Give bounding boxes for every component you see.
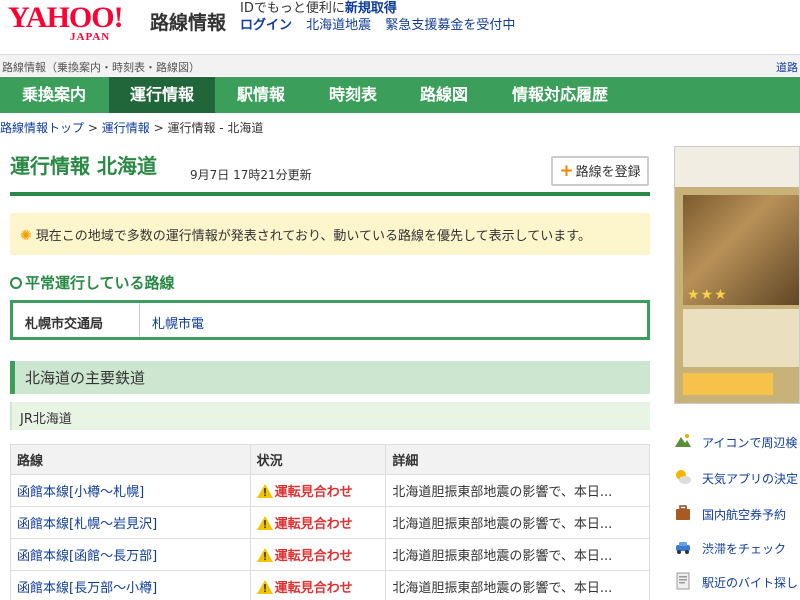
sidebar-link-jobs[interactable]: 駅近のバイト探し [670,570,800,594]
weather-icon [676,470,691,484]
table-row: 函館本線[長万部〜小樽] 運転見合わせ 北海道胆振東部地震の影響で、本日... [10,570,650,600]
page-title: 運行情報 北海道 [10,154,157,178]
table-row: 函館本線[札幌〜岩見沢] 運転見合わせ 北海道胆振東部地震の影響で、本日... [10,506,650,539]
nav-tab-station-info[interactable]: 駅情報 [225,77,297,113]
normal-operation-label: 平常運行している路線 [25,274,175,292]
sidebar-link-label: アイコンで周辺検 [702,436,798,450]
nav-tab-transfer[interactable]: 乗換案内 [10,77,98,113]
register-route-button[interactable]: + 路線を登録 [551,156,649,186]
news-link-earthquake[interactable]: 北海道地震 [306,18,371,33]
road-info-link[interactable]: 道路 [776,59,798,75]
nav-tab-operation-info[interactable]: 運行情報 [109,77,215,113]
mountain-icon [675,434,691,447]
signup-link[interactable]: 新規取得 [345,1,397,16]
detail-text: 北海道胆振東部地震の影響で、本日... [385,506,650,539]
title-divider [10,192,650,196]
detail-text: 北海道胆振東部地震の影響で、本日... [385,570,650,600]
site-name[interactable]: 路線情報 [150,8,226,35]
normal-operation-heading: 平常運行している路線 [10,272,175,293]
document-icon [676,572,690,590]
status-text: 運転見合わせ [274,581,353,596]
line-link[interactable]: 函館本線[長万部〜小樽] [17,581,157,596]
column-header-status: 状況 [249,444,387,475]
warning-icon [256,580,273,594]
breadcrumb-current: 運行情報 - 北海道 [167,121,264,135]
sidebar-link-label: 渋滞をチェック [702,542,787,556]
cell-divider [139,303,140,337]
sidebar: ★★★ [668,146,800,406]
news-link-donation[interactable]: 緊急支援募金を受付中 [385,18,515,33]
header: YAHOO! JAPAN 路線情報 IDでもっと便利に新規取得 ログイン 北海道… [0,0,800,50]
updated-time: 9月7日 17時21分更新 [190,168,312,182]
car-icon [676,542,690,554]
breadcrumb-sep: > [87,121,98,135]
promo-text: IDでもっと便利に [240,1,345,16]
lightbulb-icon: ✺ [20,228,32,244]
detail-text: 北海道胆振東部地震の影響で、本日... [385,538,650,571]
logo-text: YAHOO! [8,1,124,34]
sidebar-link-label: 駅近のバイト探し [702,576,799,590]
hotel-ad-banner[interactable]: ★★★ [674,146,800,404]
breadcrumb-top[interactable]: 路線情報トップ [0,121,84,135]
status-text: 運転見合わせ [274,485,353,500]
breadcrumb: 路線情報トップ > 運行情報 > 運行情報 - 北海道 [0,119,263,136]
login-link[interactable]: ログイン [240,18,292,33]
warning-icon [256,548,273,562]
ad-cta [683,373,773,395]
notice-box: ✺ 現在この地域で多数の運行情報が発表されており、動いている路線を優先して表示して… [10,213,650,255]
warning-icon [256,516,273,530]
line-link[interactable]: 函館本線[函館〜長万部] [17,549,157,564]
status-table: 路線 状況 詳細 函館本線[小樽〜札幌] 運転見合わせ 北海道胆振東部地震の影響… [10,444,650,600]
logo-sub: JAPAN [70,31,111,43]
line-link[interactable]: 函館本線[札幌〜岩見沢] [17,517,157,532]
sidebar-link-nearby[interactable]: アイコンで周辺検 [670,430,800,454]
ad-header [675,147,799,187]
nav-tab-route-map[interactable]: 路線図 [408,77,480,113]
table-row: 函館本線[函館〜長万部] 運転見合わせ 北海道胆振東部地震の影響で、本日... [10,538,650,571]
line-link[interactable]: 函館本線[小樽〜札幌] [17,485,144,500]
main-nav: 乗換案内 運行情報 駅情報 時刻表 路線図 情報対応履歴 [0,77,800,113]
sidebar-link-weather[interactable]: 天気アプリの決定 [670,466,800,490]
star-icon: ★★★ [687,287,728,303]
status-text: 運転見合わせ [274,549,353,564]
table-header-row: 路線 状況 詳細 [10,444,650,475]
register-route-label: 路線を登録 [575,165,641,180]
sidebar-link-flights[interactable]: 国内航空券予約 [670,502,800,526]
column-header-detail: 詳細 [385,444,650,475]
normal-operation-box: 札幌市交通局 札幌市電 [10,300,650,340]
suitcase-icon [676,505,690,520]
subheader-bar: 路線情報（乗換案内・時刻表・路線図） 道路 [0,54,800,76]
table-row: 函館本線[小樽〜札幌] 運転見合わせ 北海道胆振東部地震の影響で、本日... [10,474,650,507]
breadcrumb-ops[interactable]: 運行情報 [102,121,150,135]
detail-text: 北海道胆振東部地震の影響で、本日... [385,474,650,507]
breadcrumb-sep: > [153,121,164,135]
company-label: JR北海道 [10,402,650,430]
major-railways-band: 北海道の主要鉄道 [10,361,650,394]
sidebar-link-traffic[interactable]: 渋滞をチェック [670,536,800,560]
warning-icon [256,484,273,498]
column-header-line: 路線 [10,444,251,475]
nav-tab-history[interactable]: 情報対応履歴 [500,77,620,113]
normal-line-link[interactable]: 札幌市電 [152,313,204,332]
plus-icon: + [559,161,574,181]
circle-icon [10,277,22,289]
promo: IDでもっと便利に新規取得 ログイン 北海道地震 緊急支援募金を受付中 [240,1,525,34]
sidebar-link-label: 国内航空券予約 [702,508,787,522]
operator-name: 札幌市交通局 [25,317,104,332]
yahoo-japan-logo[interactable]: YAHOO! JAPAN [8,2,148,46]
nav-tab-timetable[interactable]: 時刻表 [317,77,389,113]
subheader-text: 路線情報（乗換案内・時刻表・路線図） [2,61,200,74]
sidebar-link-label: 天気アプリの決定 [702,472,799,486]
ad-text-block [683,309,799,367]
status-text: 運転見合わせ [274,517,353,532]
notice-text: 現在この地域で多数の運行情報が発表されており、動いている路線を優先して表示してい… [35,229,591,244]
